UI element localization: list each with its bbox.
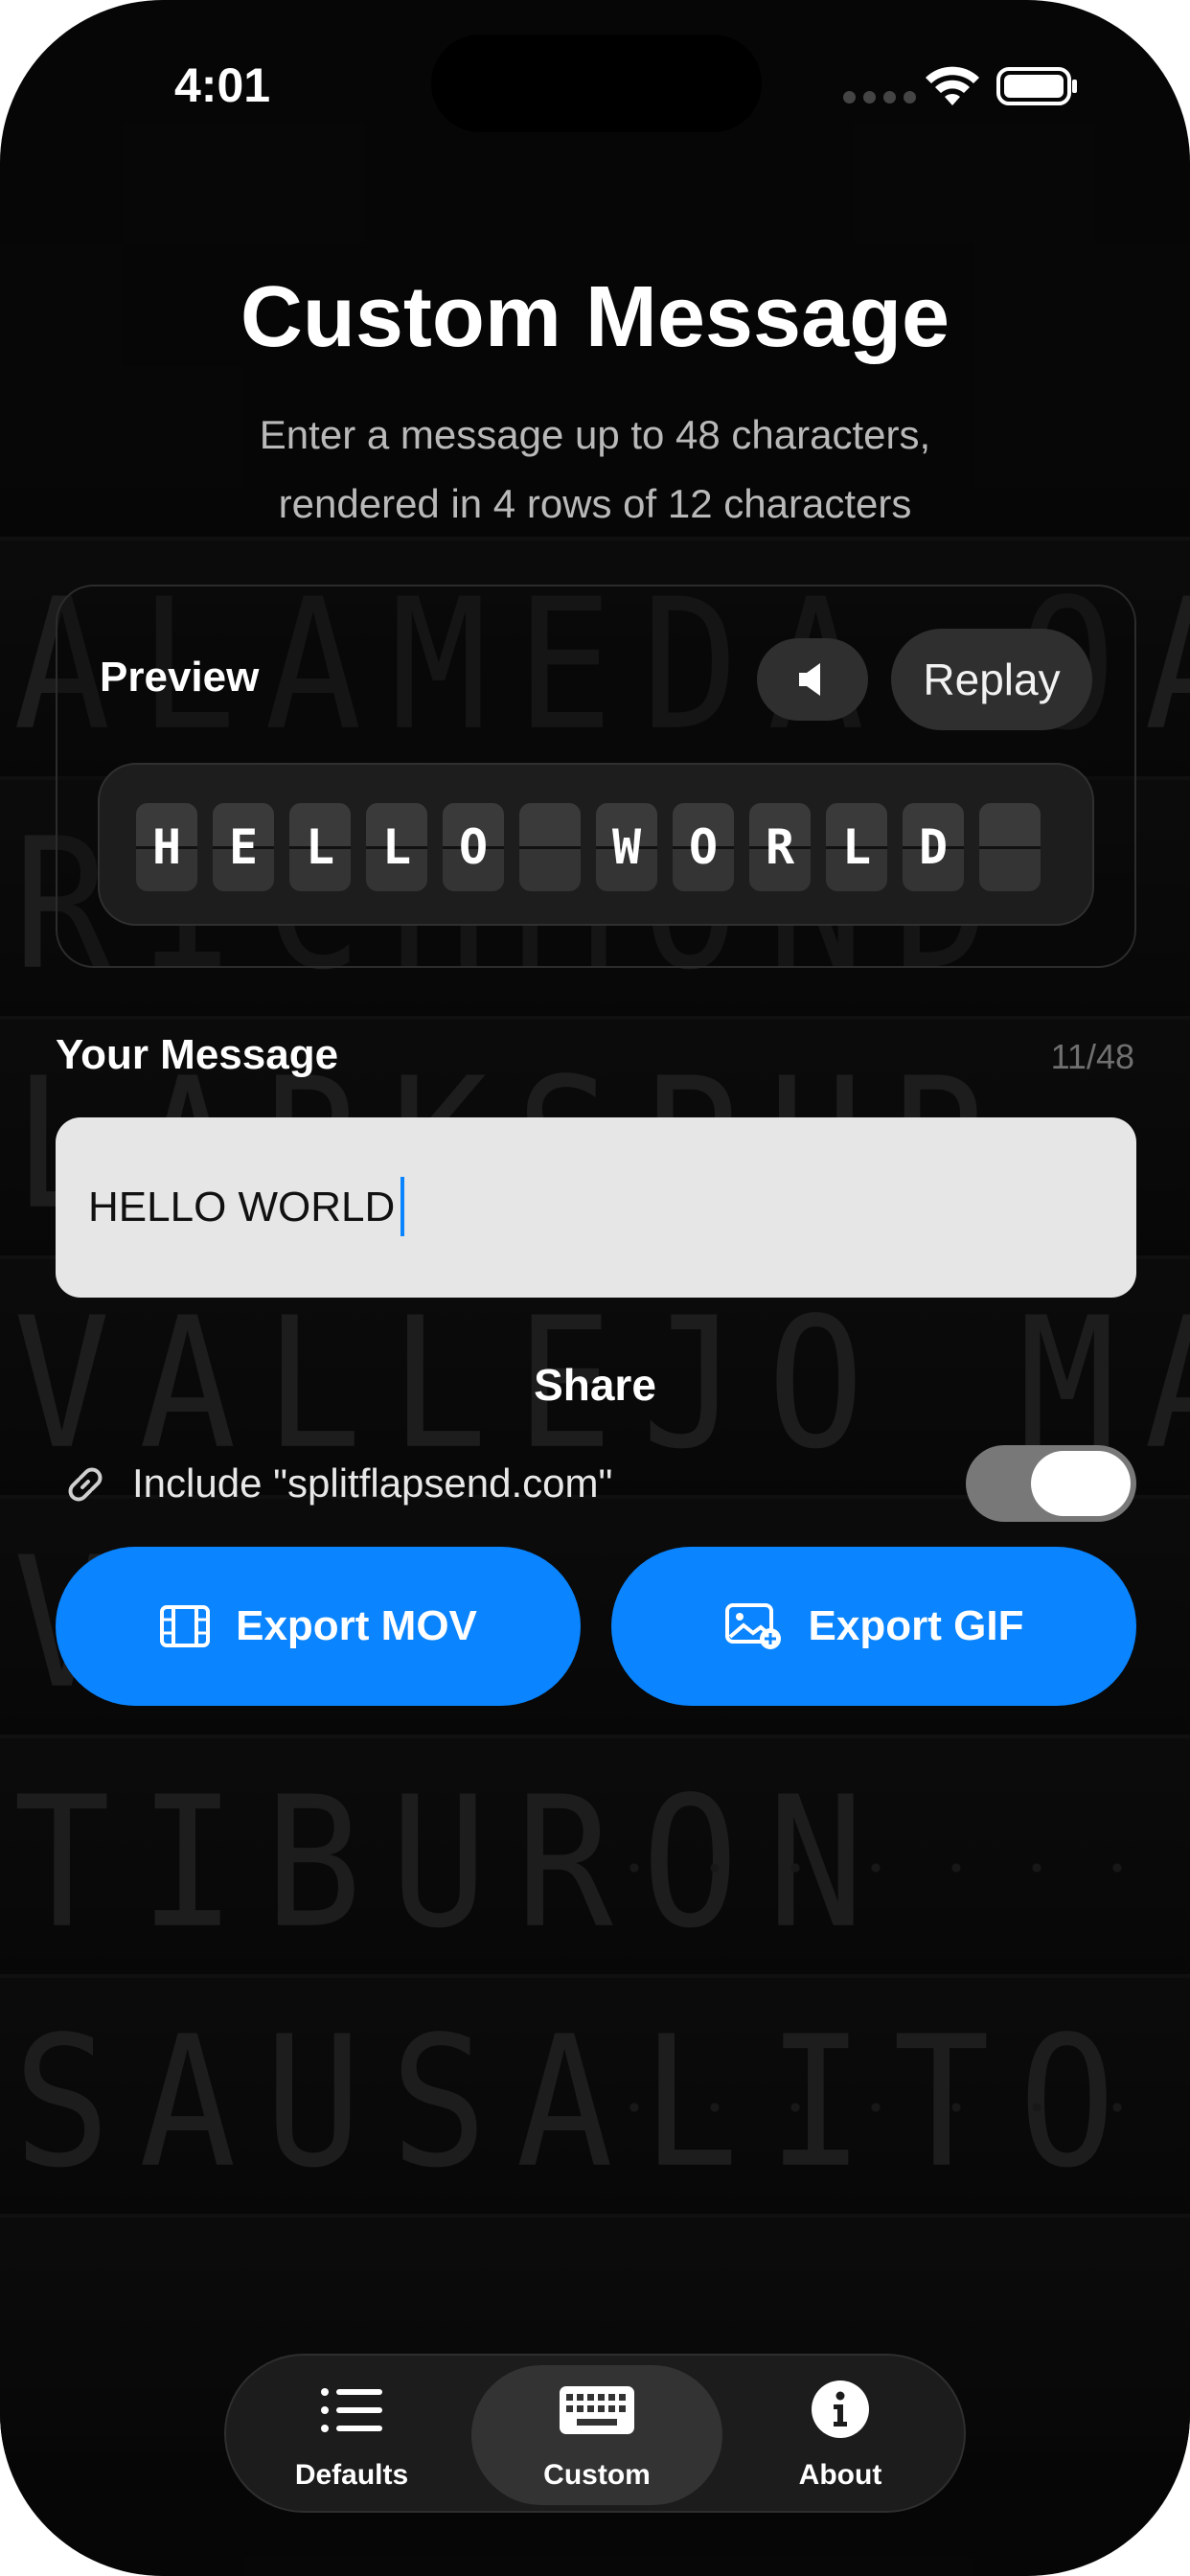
flap-character: R [749, 803, 811, 891]
page-title: Custom Message [240, 269, 950, 365]
tab-bar: Defaults Custom About [224, 2354, 966, 2513]
tab-label: Defaults [294, 2459, 409, 2491]
export-mov-label: Export MOV [236, 1602, 477, 1649]
text-caret [400, 1177, 404, 1236]
app-screen: ALAMEDA OAKLAND RICHMOND LARKSPUR VALLEJ… [0, 0, 1190, 2576]
toggle-knob [1031, 1451, 1131, 1516]
message-label: Your Message [56, 1031, 339, 1078]
export-mov-button[interactable]: Export MOV [56, 1547, 581, 1706]
flap-character [979, 803, 1041, 891]
flap-character: L [826, 803, 887, 891]
flap-character: H [136, 803, 197, 891]
speaker-icon [799, 663, 820, 696]
phone-frame: ALAMEDA OAKLAND RICHMOND LARKSPUR VALLEJ… [0, 0, 1190, 2576]
character-count: 11/48 [1050, 1037, 1134, 1076]
flap-character: O [673, 803, 734, 891]
export-gif-button[interactable]: Export GIF [611, 1547, 1136, 1706]
share-heading: Share [534, 1360, 656, 1410]
include-link-toggle[interactable] [966, 1445, 1136, 1522]
tab-about[interactable]: About [715, 2365, 966, 2505]
tab-label: Custom [543, 2459, 651, 2491]
subtitle-line: rendered in 4 rows of 12 characters [278, 481, 912, 526]
flap-character [519, 803, 581, 891]
message-input[interactable] [56, 1117, 1136, 1298]
preview-label: Preview [100, 654, 260, 701]
replay-button[interactable]: Replay [891, 629, 1092, 730]
list-icon [321, 2388, 382, 2432]
flap-character: O [443, 803, 504, 891]
link-icon [68, 1467, 103, 1502]
cellular-signal-icon [843, 91, 916, 104]
flap-character: D [903, 803, 964, 891]
flap-character: L [289, 803, 351, 891]
export-gif-label: Export GIF [808, 1602, 1024, 1649]
flap-character: L [366, 803, 427, 891]
flap-character: W [596, 803, 657, 891]
flap-display: H E L L O W O R L D [98, 763, 1094, 926]
keyboard-icon [560, 2386, 634, 2434]
wifi-icon [926, 66, 979, 105]
film-icon [160, 1605, 211, 1647]
subtitle-line: Enter a message up to 48 characters, [259, 412, 931, 457]
sound-toggle-button[interactable] [757, 638, 868, 721]
page-subtitle: Enter a message up to 48 characters, ren… [153, 401, 1037, 539]
dynamic-island [431, 34, 762, 132]
include-link-label: Include "splitflapsend.com" [132, 1460, 613, 1506]
flap-character: E [213, 803, 274, 891]
tab-defaults[interactable]: Defaults [226, 2365, 477, 2505]
tab-label: About [798, 2459, 882, 2491]
info-icon [812, 2380, 869, 2438]
add-photo-icon [724, 1603, 781, 1649]
battery-icon [996, 67, 1077, 105]
status-time: 4:01 [174, 58, 271, 112]
tab-custom[interactable]: Custom [471, 2365, 722, 2505]
